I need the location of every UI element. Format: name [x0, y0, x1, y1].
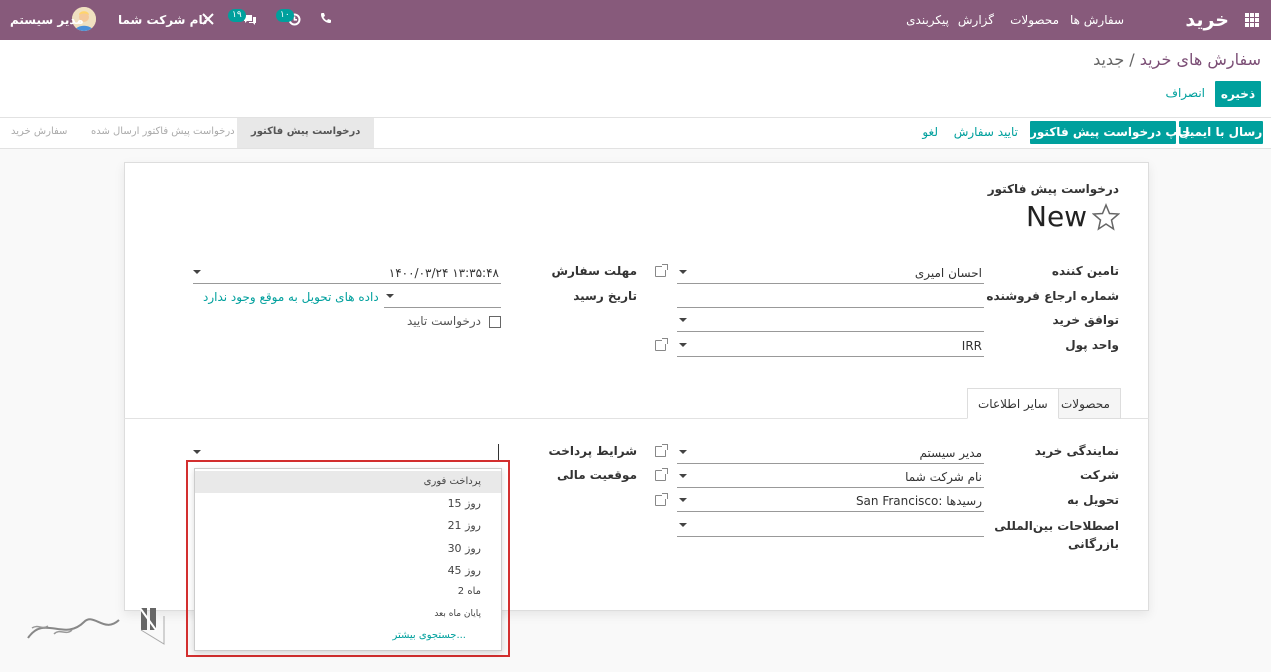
payment-terms-dropdown-highlight: پرداخت فوری 15 روز 21 روز 30 روز 45 روز …: [186, 460, 510, 657]
external-link-icon[interactable]: [655, 468, 668, 481]
dropdown-option[interactable]: 15 روز: [448, 497, 481, 510]
dropdown-option[interactable]: پایان ماه بعد: [434, 609, 481, 619]
save-button[interactable]: ذخیره: [1215, 81, 1261, 107]
chevron-down-icon[interactable]: [679, 318, 687, 322]
company-value: نام شرکت شما: [905, 470, 982, 484]
watermark-logo: [24, 604, 169, 651]
currency-field[interactable]: IRR: [677, 333, 984, 357]
incoterm-label-line2: بازرگانی: [1068, 537, 1119, 551]
chevron-down-icon[interactable]: [679, 343, 687, 347]
chevron-down-icon[interactable]: [679, 523, 687, 527]
chevron-down-icon[interactable]: [679, 450, 687, 454]
company-label: شرکت: [1080, 468, 1119, 482]
text-cursor: [498, 444, 499, 460]
dropdown-option[interactable]: 30 روز: [448, 542, 481, 555]
status-rfq-sent[interactable]: درخواست پیش فاکتور ارسال شده: [91, 118, 235, 148]
dropdown-option[interactable]: 21 روز: [448, 519, 481, 532]
purchase-representative-field[interactable]: مدیر سیستم: [677, 440, 984, 464]
external-link-icon[interactable]: [655, 338, 668, 351]
chevron-down-icon[interactable]: [386, 294, 394, 298]
apps-grid-icon[interactable]: [1245, 13, 1259, 27]
incoterm-field[interactable]: [677, 513, 984, 537]
dropdown-option[interactable]: پرداخت فوری: [424, 476, 481, 487]
order-deadline-value: ۱۴۰۰/۰۳/۲۴ ۱۳:۳۵:۴۸: [388, 266, 499, 280]
incoterm-label: اصطلاحات بین‌المللی بازرگانی: [994, 517, 1119, 553]
external-link-icon[interactable]: [655, 493, 668, 506]
status-rfq[interactable]: درخواست پیش فاکتور: [237, 118, 375, 148]
phone-icon[interactable]: [320, 12, 332, 27]
messages-badge: ۱۹: [228, 9, 246, 22]
ask-confirmation-label[interactable]: درخواست تایید: [407, 314, 481, 328]
purchase-agreement-field[interactable]: [677, 308, 984, 332]
send-email-button[interactable]: ارسال با ایمیل: [1179, 121, 1266, 144]
dropdown-option[interactable]: 45 روز: [448, 564, 481, 577]
company-switcher[interactable]: نام شرکت شما: [118, 0, 207, 40]
chevron-down-icon[interactable]: [679, 474, 687, 478]
vendor-value: احسان امیری: [914, 266, 982, 280]
receipt-date-label: تاریخ رسید: [573, 289, 637, 303]
incoterm-label-line1: اصطلاحات بین‌المللی: [994, 519, 1119, 533]
menu-reporting[interactable]: گزارش: [958, 0, 994, 40]
payment-terms-label: شرایط پرداخت: [548, 444, 637, 458]
menu-configuration[interactable]: پیکربندی: [906, 0, 949, 40]
order-deadline-field[interactable]: ۱۴۰۰/۰۳/۲۴ ۱۳:۳۵:۴۸: [193, 260, 501, 284]
purchase-agreement-label: توافق خرید: [1052, 313, 1119, 327]
chevron-down-icon[interactable]: [679, 498, 687, 502]
confirm-order-button[interactable]: تایید سفارش: [954, 125, 1018, 139]
menu-orders[interactable]: سفارش ها: [1070, 0, 1124, 40]
breadcrumb-current: جدید: [1093, 50, 1125, 69]
currency-value: IRR: [961, 339, 982, 353]
vendor-reference-field[interactable]: [677, 284, 984, 308]
star-icon[interactable]: [1091, 203, 1121, 234]
user-menu[interactable]: مدیر سیستم: [10, 0, 84, 40]
external-link-icon[interactable]: [655, 264, 668, 277]
external-link-icon[interactable]: [655, 444, 668, 457]
divider: [0, 148, 1271, 149]
purchase-representative-value: مدیر سیستم: [919, 446, 983, 460]
deliver-to-field[interactable]: San Francisco: رسیدها: [677, 488, 984, 512]
status-purchase-order[interactable]: سفارش خرید: [11, 118, 67, 148]
chevron-down-icon[interactable]: [679, 270, 687, 274]
discard-button[interactable]: انصراف: [1166, 86, 1205, 100]
app-title[interactable]: خرید: [1185, 0, 1229, 40]
document-name: New: [1026, 200, 1088, 233]
print-rfq-button[interactable]: چاپ درخواست پیش فاکتور: [1030, 121, 1191, 144]
activities-badge: ۱۰: [276, 9, 294, 22]
fiscal-position-label: موقعیت مالی: [557, 468, 637, 482]
vendor-field[interactable]: احسان امیری: [677, 260, 984, 284]
dropdown-option[interactable]: 2 ماه: [458, 586, 481, 597]
receipt-date-field[interactable]: [384, 284, 501, 308]
top-navbar: خرید سفارش ها محصولات گزارش پیکربندی ۱۰ …: [0, 0, 1271, 40]
company-field[interactable]: نام شرکت شما: [677, 464, 984, 488]
vendor-reference-label: شماره ارجاع فروشنده: [986, 289, 1119, 303]
breadcrumb: سفارش های خرید / جدید: [1093, 50, 1261, 69]
cancel-order-button[interactable]: لغو: [922, 125, 938, 139]
menu-products[interactable]: محصولات: [1010, 0, 1059, 40]
chevron-down-icon[interactable]: [193, 270, 201, 274]
purchase-representative-label: نمایندگی خرید: [1034, 444, 1119, 458]
chevron-down-icon[interactable]: [193, 450, 201, 454]
receipt-date-value: داده های تحویل به موقع وجود ندارد: [203, 290, 379, 304]
tab-products[interactable]: محصولات: [1050, 388, 1121, 419]
document-type: درخواست پیش فاکتور: [987, 182, 1119, 196]
deliver-to-label: تحویل به: [1067, 493, 1119, 507]
breadcrumb-separator: /: [1129, 50, 1135, 69]
deliver-to-value: San Francisco: رسیدها: [855, 494, 982, 508]
payment-terms-dropdown: پرداخت فوری 15 روز 21 روز 30 روز 45 روز …: [194, 468, 502, 651]
ask-confirmation-checkbox[interactable]: [489, 316, 501, 328]
currency-label: واحد پول: [1065, 338, 1119, 352]
vendor-label: تامین کننده: [1051, 264, 1119, 278]
search-more-link[interactable]: جستجوی بیشتر...: [392, 630, 466, 641]
order-deadline-label: مهلت سفارش: [551, 264, 637, 278]
breadcrumb-parent[interactable]: سفارش های خرید: [1140, 50, 1261, 69]
tab-other-info[interactable]: سایر اطلاعات: [967, 388, 1059, 419]
